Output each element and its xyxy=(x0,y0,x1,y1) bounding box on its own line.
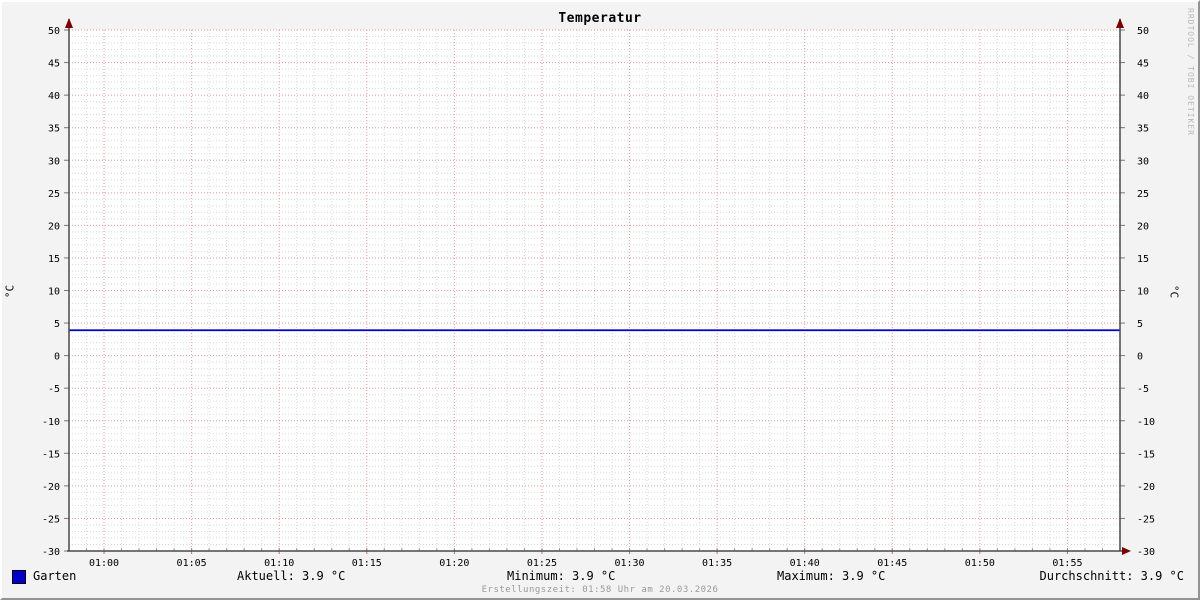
y-tick-label-left: 50 xyxy=(48,26,60,37)
y-axis-unit-right: °C xyxy=(1167,284,1181,299)
x-axis-arrow xyxy=(1122,547,1131,555)
y-tick-label-left: 5 xyxy=(54,319,60,330)
series-legend-label: Garten xyxy=(33,569,77,583)
y-tick-label-right: 5 xyxy=(1137,319,1143,330)
y-tick-label-right: 40 xyxy=(1137,91,1149,102)
y-tick-label-right: 45 xyxy=(1137,59,1149,70)
y-tick-label-left: 35 xyxy=(48,124,60,135)
y-tick-label-right: 20 xyxy=(1137,221,1149,232)
stat-maximum: Maximum: 3.9 °C xyxy=(777,569,886,583)
legend-row: Garten Aktuell: 3.9 °C Minimum: 3.9 °C M… xyxy=(2,568,1198,585)
y-tick-label-right: -25 xyxy=(1137,514,1155,525)
creation-timestamp: Erstellungszeit: 01:58 Uhr am 20.03.2026 xyxy=(481,585,719,595)
stat-current: Aktuell: 3.9 °C xyxy=(237,569,346,583)
y-tick-label-left: -5 xyxy=(48,384,60,395)
y-tick-label-right: -15 xyxy=(1137,449,1155,460)
y-tick-label-right: -30 xyxy=(1137,547,1155,558)
chart-title: Temperatur xyxy=(558,11,642,26)
y-tick-label-right: -5 xyxy=(1137,384,1149,395)
y-tick-label-right: 0 xyxy=(1137,352,1143,363)
rrdtool-branding-text: RRDTOOL / TOBI OETIKER xyxy=(1186,8,1195,136)
chart-canvas: 01:00 01:05 01:10 01:15 01:20 01:25 01:30 01:35… xyxy=(42,18,1155,569)
y-tick-label-left: 0 xyxy=(54,352,60,363)
y-tick-label-left: -30 xyxy=(42,547,60,558)
y-tick-label-left: 40 xyxy=(48,91,60,102)
y-tick-label-left: 25 xyxy=(48,189,60,200)
y-tick-label-left: 20 xyxy=(48,221,60,232)
stat-average: Durchschnitt: 3.9 °C xyxy=(1039,569,1185,583)
stat-minimum: Minimum: 3.9 °C xyxy=(507,569,616,583)
y-tick-label-left: 10 xyxy=(48,287,60,298)
y-tick-label-left: -15 xyxy=(42,449,60,460)
y-tick-label-right: -10 xyxy=(1137,417,1155,428)
y-tick-label-right: 50 xyxy=(1137,26,1149,37)
y-tick-label-left: 45 xyxy=(48,59,60,70)
y-tick-label-right: 15 xyxy=(1137,254,1149,265)
y-tick-label-left: -10 xyxy=(42,417,60,428)
y-tick-label-left: -20 xyxy=(42,482,60,493)
y-axis-unit-left: °C xyxy=(3,284,17,299)
y-tick-label-left: -25 xyxy=(42,514,60,525)
y-tick-label-right: 25 xyxy=(1137,189,1149,200)
y-tick-label-right: 35 xyxy=(1137,124,1149,135)
y-tick-label-left: 15 xyxy=(48,254,60,265)
series-color-swatch xyxy=(12,570,26,584)
y-tick-label-right: 10 xyxy=(1137,287,1149,298)
y-tick-label-right: -20 xyxy=(1137,482,1155,493)
rrdtool-graph: 01:00 01:05 01:10 01:15 01:20 01:25 01:30 01:35… xyxy=(0,0,1200,600)
y-tick-label-right: 30 xyxy=(1137,156,1149,167)
y-tick-label-left: 30 xyxy=(48,156,60,167)
